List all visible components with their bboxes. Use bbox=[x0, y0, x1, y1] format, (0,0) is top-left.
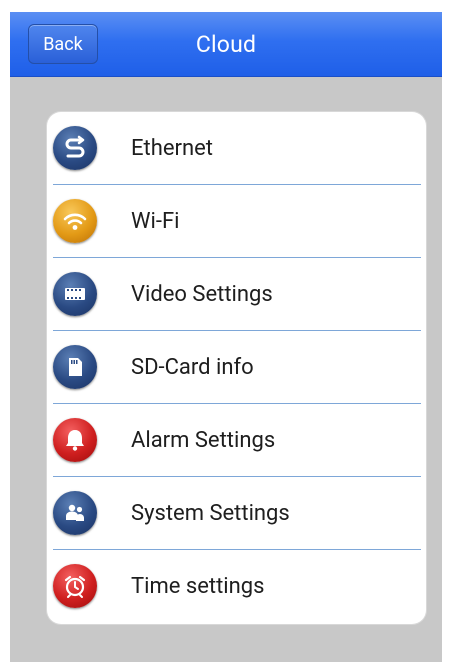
wifi-icon bbox=[53, 199, 97, 243]
menu-item-wifi[interactable]: Wi-Fi bbox=[47, 185, 426, 258]
menu-item-label: Wi-Fi bbox=[131, 209, 180, 234]
menu-item-time-settings[interactable]: Time settings bbox=[47, 550, 426, 623]
menu-item-label: Time settings bbox=[131, 574, 265, 599]
menu-item-label: Video Settings bbox=[131, 282, 273, 307]
app-screen: Back Cloud Ethernet Wi-Fi Video Settings… bbox=[10, 12, 442, 662]
film-icon bbox=[53, 272, 97, 316]
menu-item-label: SD-Card info bbox=[131, 355, 254, 380]
menu-item-label: Ethernet bbox=[131, 136, 213, 161]
top-bar: Back Cloud bbox=[10, 12, 442, 77]
menu-item-label: System Settings bbox=[131, 501, 290, 526]
bell-icon bbox=[53, 418, 97, 462]
menu-item-video-settings[interactable]: Video Settings bbox=[47, 258, 426, 331]
alarm-clock-icon bbox=[53, 564, 97, 608]
settings-menu: Ethernet Wi-Fi Video Settings SD-Card in… bbox=[47, 112, 426, 624]
menu-item-label: Alarm Settings bbox=[131, 428, 276, 453]
menu-item-ethernet[interactable]: Ethernet bbox=[47, 112, 426, 185]
page-title: Cloud bbox=[195, 30, 257, 58]
sd-card-icon bbox=[53, 345, 97, 389]
menu-item-system-settings[interactable]: System Settings bbox=[47, 477, 426, 550]
menu-item-sd-card-info[interactable]: SD-Card info bbox=[47, 331, 426, 404]
ethernet-icon bbox=[53, 126, 97, 170]
menu-item-alarm-settings[interactable]: Alarm Settings bbox=[47, 404, 426, 477]
users-icon bbox=[53, 491, 97, 535]
